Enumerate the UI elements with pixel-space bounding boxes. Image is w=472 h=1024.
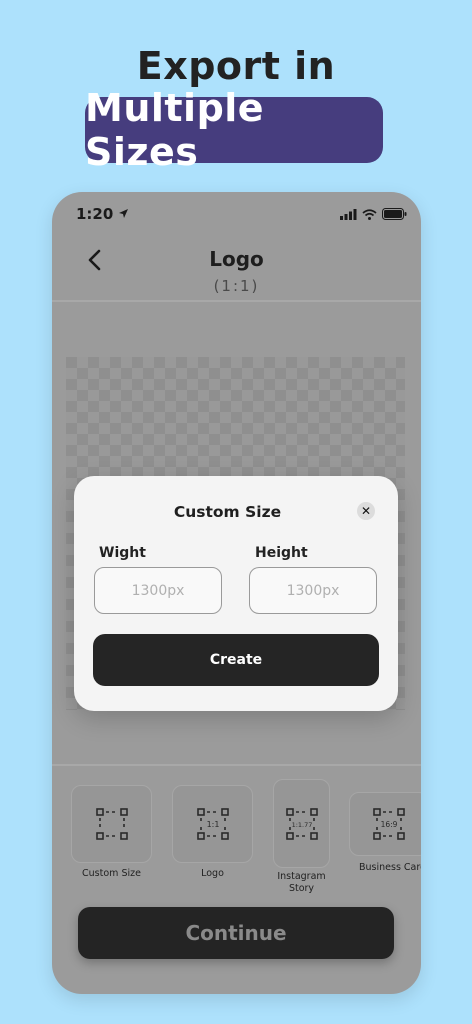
preset-label-logo: Logo xyxy=(201,868,224,879)
preset-logo[interactable]: 1:1 xyxy=(172,785,253,863)
status-icons xyxy=(340,208,407,220)
resize-frame-icon xyxy=(95,808,128,840)
create-button[interactable]: Create xyxy=(93,634,379,686)
presets-divider xyxy=(52,764,421,766)
resize-frame-icon: 1:1 xyxy=(196,808,229,840)
height-label: Height xyxy=(255,545,308,561)
resize-frame-icon: 1:1.77 xyxy=(285,807,318,840)
preset-instagram-story[interactable]: 1:1.77 xyxy=(273,779,330,868)
promo-highlight: Multiple Sizes xyxy=(85,86,383,174)
close-icon[interactable]: ✕ xyxy=(357,502,375,520)
resize-frame-icon: 16:9 xyxy=(373,808,405,840)
continue-button[interactable]: Continue xyxy=(78,907,394,959)
cellular-signal-icon xyxy=(340,208,357,220)
battery-icon xyxy=(382,208,407,220)
preset-ratio: 1:1.77 xyxy=(291,821,312,829)
width-label: Wight xyxy=(99,545,146,561)
wifi-icon xyxy=(362,208,377,220)
page-subtitle: (1:1) xyxy=(213,277,260,295)
dialog-title: Custom Size xyxy=(173,503,282,521)
height-input[interactable] xyxy=(249,567,377,614)
location-arrow-icon xyxy=(119,209,128,218)
header-divider xyxy=(52,300,421,302)
preset-ratio: 1:1 xyxy=(206,820,219,829)
preset-label-instagram-story: Instagram Story xyxy=(277,871,326,894)
preset-business-card[interactable]: 16:9 xyxy=(349,792,421,856)
custom-size-dialog: Custom Size ✕ Wight Height Create xyxy=(74,476,398,711)
promo-headline: Export in xyxy=(136,44,336,88)
preset-ratio: 16:9 xyxy=(381,820,398,829)
preset-label-business-card: Business Card xyxy=(359,862,421,873)
page-title: Logo xyxy=(209,247,264,271)
status-time: 1:20 xyxy=(76,205,114,223)
preset-label-custom-size: Custom Size xyxy=(82,868,141,879)
width-input[interactable] xyxy=(94,567,222,614)
preset-custom-size[interactable] xyxy=(71,785,152,863)
